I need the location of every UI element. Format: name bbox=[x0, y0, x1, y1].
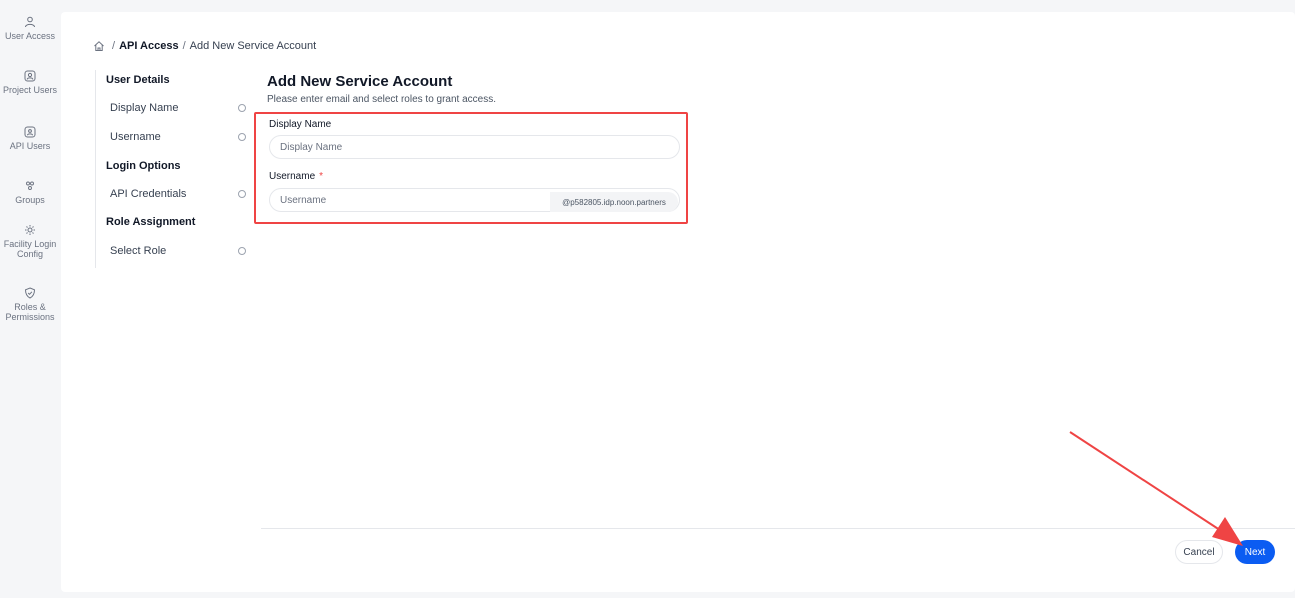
display-name-input[interactable] bbox=[269, 135, 680, 159]
step-status-radio bbox=[238, 247, 246, 255]
shield-icon bbox=[24, 287, 36, 299]
breadcrumb-separator: / bbox=[112, 40, 116, 52]
rail-item-api-users[interactable]: API Users bbox=[0, 126, 60, 151]
main-panel: / API Access / Add New Service Account U… bbox=[61, 12, 1295, 592]
rail-item-label: User Access bbox=[4, 31, 55, 41]
step-username[interactable]: Username bbox=[110, 131, 246, 143]
rail-item-roles-permissions[interactable]: Roles & Permissions bbox=[0, 287, 60, 322]
groups-icon bbox=[26, 181, 34, 190]
step-label: API Credentials bbox=[110, 188, 187, 200]
home-icon[interactable] bbox=[93, 40, 105, 52]
username-label-text: Username bbox=[269, 171, 316, 182]
step-status-radio bbox=[238, 104, 246, 112]
step-label: Username bbox=[110, 131, 161, 143]
breadcrumb-api-access[interactable]: API Access bbox=[119, 40, 179, 52]
username-domain-suffix: @p582805.idp.noon.partners bbox=[550, 192, 678, 212]
page-title: Add New Service Account bbox=[267, 73, 453, 90]
breadcrumb-current: Add New Service Account bbox=[189, 40, 317, 52]
cancel-button[interactable]: Cancel bbox=[1175, 540, 1223, 564]
breadcrumb: / API Access / Add New Service Account bbox=[93, 40, 316, 52]
rail-item-label: Project Users bbox=[2, 85, 57, 95]
step-group-login-options: Login Options bbox=[106, 160, 181, 172]
display-name-label-text: Display Name bbox=[269, 119, 332, 130]
step-label: Select Role bbox=[110, 245, 167, 257]
api-users-icon bbox=[24, 126, 36, 138]
footer-divider bbox=[261, 528, 1295, 529]
rail-item-user-access[interactable]: User Access bbox=[0, 16, 60, 41]
facility-config-icon bbox=[25, 225, 35, 235]
step-group-role-assignment: Role Assignment bbox=[106, 216, 196, 228]
rail-item-label: Facility Login Config bbox=[3, 239, 57, 259]
breadcrumb-separator: / bbox=[182, 40, 186, 52]
next-button[interactable]: Next bbox=[1235, 540, 1275, 564]
rail-item-facility-login-config[interactable]: Facility Login Config bbox=[0, 224, 60, 259]
rail-item-label: Roles & Permissions bbox=[5, 302, 55, 322]
username-label: Username * bbox=[269, 171, 323, 182]
left-nav-rail: User Access Project Users API Users Grou… bbox=[0, 0, 60, 598]
rail-item-label: Groups bbox=[15, 195, 45, 205]
step-api-credentials[interactable]: API Credentials bbox=[110, 188, 246, 200]
user-icon bbox=[25, 16, 35, 28]
step-group-user-details: User Details bbox=[106, 74, 170, 86]
step-select-role[interactable]: Select Role bbox=[110, 245, 246, 257]
display-name-label: Display Name bbox=[269, 119, 331, 130]
step-status-radio bbox=[238, 133, 246, 141]
project-users-icon bbox=[24, 70, 36, 82]
required-marker: * bbox=[319, 171, 324, 182]
step-display-name[interactable]: Display Name bbox=[110, 102, 246, 114]
steps-sidebar: User Details Display Name Username Login… bbox=[95, 70, 246, 268]
rail-item-label: API Users bbox=[9, 141, 51, 151]
step-status-radio bbox=[238, 190, 246, 198]
page-subtitle: Please enter email and select roles to g… bbox=[267, 94, 497, 105]
rail-item-project-users[interactable]: Project Users bbox=[0, 70, 60, 95]
step-label: Display Name bbox=[110, 102, 179, 114]
rail-item-groups[interactable]: Groups bbox=[0, 180, 60, 205]
